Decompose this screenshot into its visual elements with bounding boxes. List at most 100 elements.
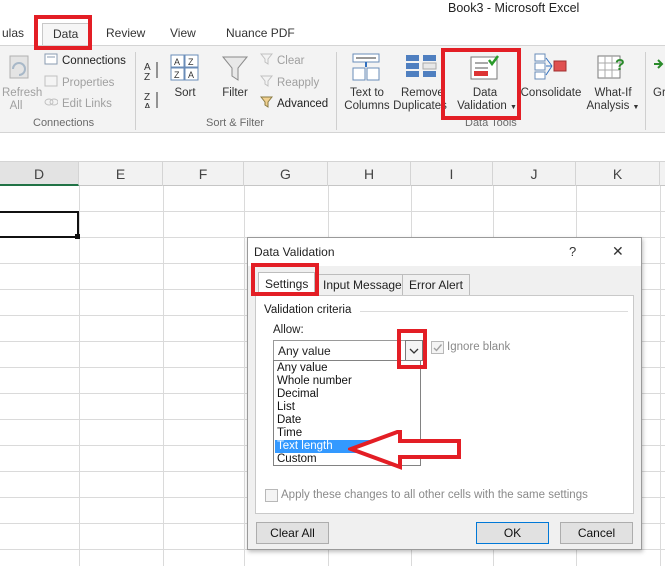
validation-criteria-heading: Validation criteria	[264, 304, 352, 316]
advanced-label: Advanced	[277, 97, 329, 110]
properties-icon	[44, 75, 58, 90]
tab-formulas[interactable]: ulas	[2, 26, 24, 40]
refresh-icon	[4, 52, 34, 82]
reapply-label: Reapply	[277, 76, 320, 89]
clear-all-button[interactable]: Clear All	[256, 522, 329, 544]
consolidate-button[interactable]: Consolidate	[520, 87, 582, 100]
edit-links-label: Edit Links	[62, 97, 112, 110]
column-header-e[interactable]: E	[79, 162, 163, 186]
clear-label: Clear	[277, 54, 305, 67]
sort-filter-group-label: Sort & Filter	[206, 117, 265, 129]
svg-text:?: ?	[615, 57, 625, 74]
svg-text:A: A	[174, 57, 180, 67]
section-divider	[360, 311, 628, 312]
what-if-analysis-icon: ?	[597, 52, 629, 82]
connections-button[interactable]: Connections	[44, 53, 126, 68]
what-if-label-1[interactable]: What-If	[591, 87, 635, 100]
column-header-f[interactable]: F	[163, 162, 244, 186]
column-headers: D E F G H I J K	[0, 162, 665, 186]
formula-bar[interactable]	[0, 134, 665, 162]
refresh-all-label-2[interactable]: All	[2, 100, 30, 113]
column-header-d[interactable]: D	[0, 162, 79, 186]
window-title: Book3 - Microsoft Excel	[448, 1, 580, 15]
tab-input-message[interactable]: Input Message	[316, 274, 409, 296]
ok-button[interactable]: OK	[476, 522, 549, 544]
window-titlebar: Book3 - Microsoft Excel	[0, 0, 665, 20]
group-divider	[135, 52, 136, 130]
sort-az-icon[interactable]: AZZA	[143, 56, 163, 113]
svg-text:A: A	[188, 70, 194, 80]
sort-button[interactable]: Sort	[172, 87, 198, 100]
refresh-all-label[interactable]: Refresh	[2, 87, 42, 100]
filter-icon	[221, 54, 249, 84]
list-item[interactable]: Whole number	[275, 375, 420, 388]
connections-group-label: Connections	[33, 117, 95, 129]
column-header-h[interactable]: H	[328, 162, 411, 186]
tab-review[interactable]: Review	[106, 26, 145, 40]
list-item[interactable]: List	[275, 401, 420, 414]
what-if-text: Analysis	[586, 100, 630, 112]
annotation-box-data-tab	[34, 15, 92, 50]
link-icon	[44, 96, 59, 111]
checkmark-icon	[433, 344, 443, 352]
remove-duplicates-label-1[interactable]: Remove	[401, 87, 444, 100]
apply-all-checkbox[interactable]	[265, 489, 278, 502]
reapply-button[interactable]: Reapply	[259, 75, 320, 90]
cancel-button[interactable]: Cancel	[560, 522, 633, 544]
filter-button[interactable]: Filter	[219, 87, 251, 100]
what-if-label-2[interactable]: Analysis ▼	[585, 100, 641, 114]
ribbon: Refresh All Connections Properties Edit …	[0, 45, 665, 133]
annotation-arrow	[348, 430, 461, 470]
group-divider	[645, 52, 646, 130]
active-cell[interactable]	[0, 211, 79, 238]
svg-text:Z: Z	[144, 72, 150, 83]
svg-text:A: A	[144, 102, 151, 108]
allow-select-value: Any value	[278, 344, 331, 358]
list-item[interactable]: Date	[275, 414, 420, 427]
text-to-columns-label-2[interactable]: Columns	[343, 100, 391, 113]
svg-text:Z: Z	[174, 70, 180, 80]
list-item[interactable]: Decimal	[275, 388, 420, 401]
dropdown-arrow-icon: ▼	[632, 104, 640, 111]
ignore-blank-label: Ignore blank	[447, 341, 511, 353]
allow-label: Allow:	[273, 324, 304, 336]
close-icon[interactable]: ✕	[612, 243, 624, 260]
text-to-columns-icon	[351, 52, 381, 82]
clear-filter-icon	[259, 53, 274, 68]
connections-label: Connections	[62, 54, 126, 67]
properties-button[interactable]: Properties	[44, 75, 114, 90]
svg-text:Z: Z	[188, 57, 194, 67]
group-icon	[652, 52, 665, 82]
help-icon[interactable]: ?	[569, 244, 576, 259]
reapply-icon	[259, 75, 274, 90]
dialog-title: Data Validation	[254, 245, 335, 259]
properties-label: Properties	[62, 76, 115, 89]
group-button-partial[interactable]: Gr	[653, 87, 665, 100]
column-header-g[interactable]: G	[244, 162, 328, 186]
remove-duplicates-label-2[interactable]: Duplicates	[392, 100, 448, 113]
advanced-filter-button[interactable]: Advanced	[259, 96, 329, 111]
column-header-k[interactable]: K	[576, 162, 660, 186]
ribbon-tabs: ulas Data Review View Nuance PDF	[0, 20, 665, 46]
fill-handle[interactable]	[75, 234, 80, 239]
column-header-i[interactable]: I	[411, 162, 493, 186]
clear-filter-button[interactable]: Clear	[259, 53, 305, 68]
connections-icon	[44, 53, 58, 68]
annotation-box-dropdown	[397, 329, 427, 369]
tab-view[interactable]: View	[170, 26, 196, 40]
group-divider	[336, 52, 337, 130]
consolidate-icon	[534, 52, 568, 82]
tab-nuance-pdf[interactable]: Nuance PDF	[226, 26, 295, 40]
column-header-j[interactable]: J	[493, 162, 576, 186]
text-to-columns-label-1[interactable]: Text to	[345, 87, 389, 100]
annotation-box-settings-tab	[251, 263, 319, 296]
annotation-box-data-validation	[441, 48, 521, 120]
ignore-blank-checkbox[interactable]	[431, 341, 444, 354]
apply-all-label: Apply these changes to all other cells w…	[281, 489, 588, 501]
dialog-titlebar: Data Validation ? ✕	[248, 238, 641, 266]
sort-dialog-icon: AZZA	[170, 54, 200, 82]
remove-duplicates-icon	[404, 52, 438, 82]
tab-error-alert[interactable]: Error Alert	[402, 274, 471, 296]
advanced-filter-icon	[259, 96, 274, 111]
edit-links-button[interactable]: Edit Links	[44, 96, 112, 111]
